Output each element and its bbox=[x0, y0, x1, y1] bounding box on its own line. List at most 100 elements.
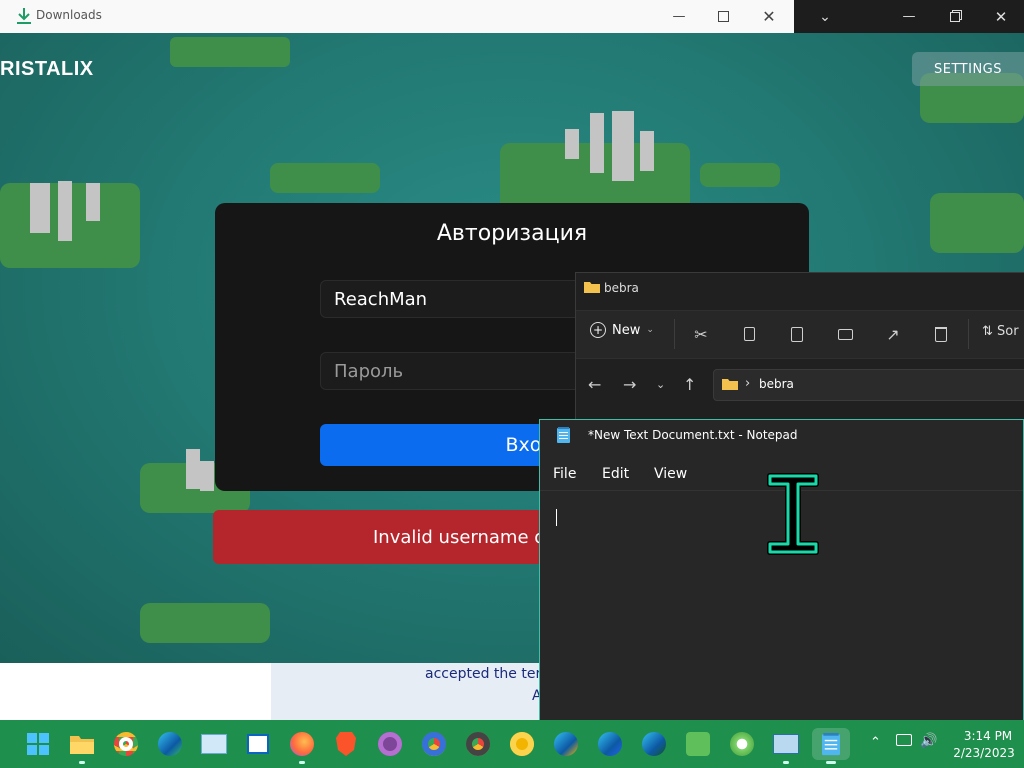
chrome-canary-icon bbox=[510, 732, 534, 756]
ruin-decoration bbox=[200, 461, 214, 491]
minimize-icon: — bbox=[672, 9, 686, 24]
edge-dev-icon bbox=[642, 732, 666, 756]
cut-icon[interactable]: ✂ bbox=[690, 323, 712, 345]
taskbar-file-explorer[interactable] bbox=[66, 728, 98, 764]
delete-icon[interactable] bbox=[930, 323, 952, 345]
terms-text: accepted the terr bbox=[425, 666, 547, 682]
downloads-window-title: Downloads bbox=[36, 8, 102, 22]
store-icon bbox=[247, 734, 269, 754]
photos-icon bbox=[201, 734, 227, 754]
minimize-icon: — bbox=[902, 9, 916, 24]
cheat-engine-icon bbox=[730, 732, 754, 756]
island-decoration bbox=[270, 163, 380, 193]
share-icon[interactable]: ↗ bbox=[882, 323, 904, 345]
notepad-icon bbox=[557, 427, 570, 443]
brave-icon bbox=[336, 732, 356, 756]
taskbar-network-tool[interactable] bbox=[770, 728, 802, 764]
clock-time[interactable]: 3:14 PM bbox=[960, 729, 1016, 743]
taskbar-tool[interactable] bbox=[682, 728, 714, 760]
taskbar-chrome-canary[interactable] bbox=[506, 728, 538, 760]
downloads-window-titlebar[interactable]: Downloads — ✕ bbox=[0, 0, 794, 34]
network-status-icon[interactable] bbox=[896, 734, 912, 746]
notepad-window[interactable]: *New Text Document.txt - Notepad File Ed… bbox=[539, 419, 1024, 720]
edge-icon bbox=[158, 732, 182, 756]
volume-icon[interactable]: 🔊 bbox=[920, 733, 937, 749]
close-button[interactable]: ✕ bbox=[746, 0, 792, 33]
i-beam-cursor-icon bbox=[767, 473, 819, 555]
network-icon bbox=[773, 734, 799, 754]
launcher-close-button[interactable]: ✕ bbox=[978, 0, 1024, 33]
close-icon: ✕ bbox=[762, 7, 776, 26]
active-indicator bbox=[826, 761, 836, 764]
minimize-button[interactable]: — bbox=[656, 0, 702, 33]
restore-icon bbox=[950, 11, 960, 22]
menu-file[interactable]: File bbox=[553, 466, 576, 482]
address-bar[interactable]: › bebra bbox=[713, 369, 1024, 401]
toolbar-separator bbox=[674, 319, 675, 349]
settings-button[interactable]: SETTINGS bbox=[912, 52, 1024, 86]
explorer-toolbar: + New ⌄ ✂ ↗ ⇅ Sor bbox=[576, 310, 1024, 359]
tool-icon bbox=[686, 732, 710, 756]
toolbar-separator bbox=[968, 319, 969, 349]
taskbar-edge[interactable] bbox=[154, 728, 186, 760]
ruin-decoration bbox=[58, 181, 72, 241]
island-decoration bbox=[170, 37, 290, 67]
ruin-decoration bbox=[640, 131, 654, 171]
start-button[interactable] bbox=[22, 728, 54, 760]
taskbar-chrome-dev[interactable] bbox=[462, 728, 494, 760]
sort-button[interactable]: ⇅ Sor bbox=[982, 324, 1019, 339]
menu-edit[interactable]: Edit bbox=[602, 466, 629, 482]
sort-label: Sor bbox=[997, 324, 1019, 339]
new-label: New bbox=[612, 322, 641, 338]
file-explorer-window[interactable]: bebra + New ⌄ ✂ ↗ ⇅ Sor ← → ⌄ ↑ › bebra bbox=[575, 272, 1024, 433]
taskbar-brave[interactable] bbox=[330, 728, 362, 760]
new-button[interactable]: + New ⌄ bbox=[590, 322, 654, 338]
island-decoration bbox=[700, 163, 780, 187]
taskbar-firefox[interactable] bbox=[286, 728, 318, 764]
back-arrow-icon[interactable]: ← bbox=[588, 375, 601, 394]
island-decoration bbox=[140, 603, 270, 643]
plus-icon: + bbox=[590, 322, 606, 338]
chrome-dev-icon bbox=[466, 732, 490, 756]
auth-title: Авторизация bbox=[436, 221, 588, 246]
file-explorer-icon bbox=[70, 736, 94, 754]
taskbar-edge-canary[interactable] bbox=[550, 728, 582, 760]
breadcrumb-chevron-icon: › bbox=[745, 376, 751, 391]
taskbar-chrome-beta[interactable] bbox=[418, 728, 450, 760]
taskbar-photos[interactable] bbox=[198, 728, 230, 760]
taskbar-edge-dev[interactable] bbox=[638, 728, 670, 760]
notepad-icon bbox=[822, 732, 840, 756]
breadcrumb[interactable]: bebra bbox=[759, 377, 794, 391]
taskbar-store[interactable] bbox=[242, 728, 274, 760]
forward-arrow-icon[interactable]: → bbox=[623, 375, 636, 394]
taskbar-edge-beta[interactable] bbox=[594, 728, 626, 760]
launcher-minimize-button[interactable]: — bbox=[886, 0, 932, 33]
taskbar-tor[interactable] bbox=[374, 728, 406, 760]
clock-date[interactable]: 2/23/2023 bbox=[952, 746, 1016, 760]
edge-canary-icon bbox=[554, 732, 578, 756]
recent-locations-icon[interactable]: ⌄ bbox=[656, 378, 665, 391]
rename-icon[interactable] bbox=[834, 323, 856, 345]
ruin-decoration bbox=[186, 449, 200, 489]
text-caret bbox=[556, 509, 557, 526]
chevron-down-icon: ⌄ bbox=[819, 8, 831, 25]
maximize-button[interactable] bbox=[700, 0, 746, 33]
folder-icon bbox=[722, 379, 738, 390]
chevron-up-icon[interactable]: ⌃ bbox=[870, 735, 881, 750]
launcher-restore-button[interactable] bbox=[932, 0, 978, 33]
taskbar: ⌃ 🔊 3:14 PM 2/23/2023 bbox=[0, 720, 1024, 768]
taskbar-chrome[interactable] bbox=[110, 728, 142, 760]
copy-icon[interactable] bbox=[738, 323, 760, 345]
taskbar-cheat-engine[interactable] bbox=[726, 728, 758, 760]
folder-icon bbox=[584, 282, 600, 293]
launcher-logo: RISTALIX bbox=[0, 58, 94, 80]
taskbar-notepad[interactable] bbox=[812, 728, 850, 764]
launcher-window-titlebar[interactable]: ⌄ — ✕ bbox=[794, 0, 1024, 33]
up-arrow-icon[interactable]: ↑ bbox=[683, 375, 696, 394]
menu-view[interactable]: View bbox=[654, 466, 687, 482]
expand-button[interactable]: ⌄ bbox=[802, 0, 848, 33]
paste-icon[interactable] bbox=[786, 323, 808, 345]
running-indicator bbox=[79, 761, 85, 764]
page-background bbox=[0, 663, 271, 720]
notepad-title: *New Text Document.txt - Notepad bbox=[588, 428, 798, 442]
